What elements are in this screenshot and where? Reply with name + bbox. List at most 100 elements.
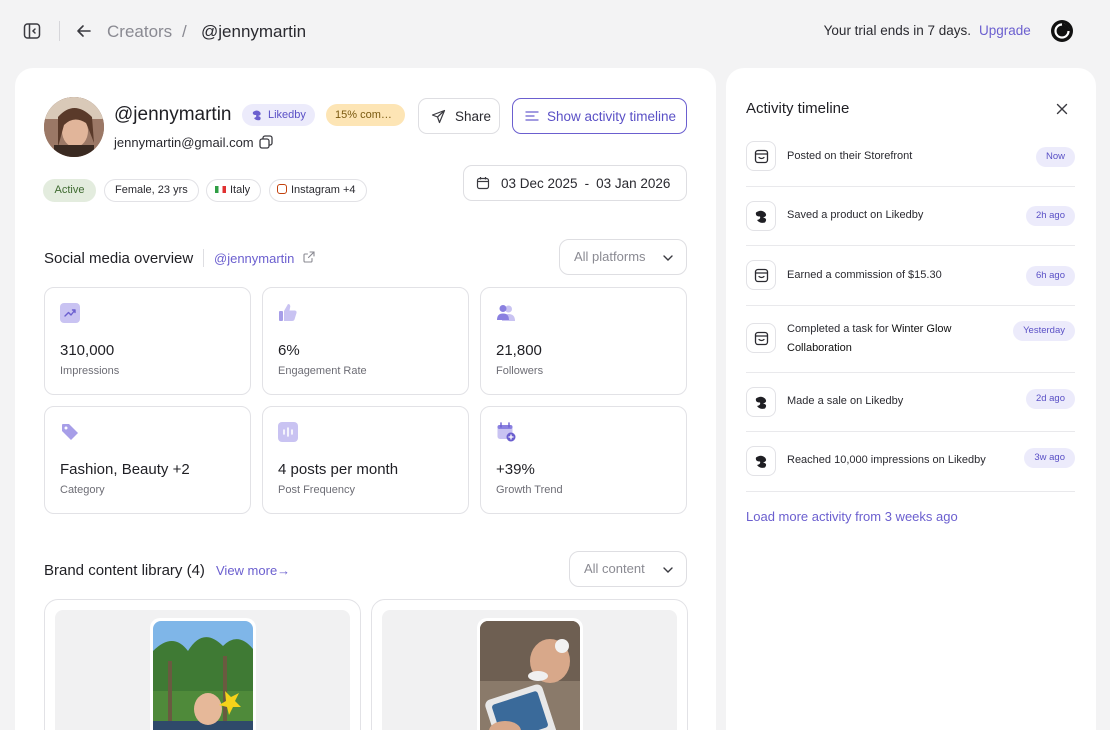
creator-profile-card: @jennymartin Likedby 15% comm... jennyma… — [15, 68, 716, 730]
social-platforms-label: Instagram +4 — [291, 184, 356, 196]
timeline-item: Completed a task for Winter Glow Collabor… — [746, 306, 1075, 373]
country-tag: Italy — [206, 179, 262, 202]
content-select[interactable]: All content — [569, 551, 687, 587]
timeline-item-text-line2: Collaboration — [787, 342, 852, 354]
platform-chip-label: Likedby — [268, 109, 306, 121]
section-divider — [203, 249, 204, 267]
stat-label: Impressions — [60, 365, 120, 377]
close-icon[interactable] — [1054, 101, 1070, 117]
trend-icon — [60, 303, 80, 323]
date-end: 03 Jan 2026 — [596, 175, 671, 191]
upgrade-link[interactable]: Upgrade — [979, 23, 1031, 38]
likedby-icon — [252, 110, 261, 121]
timeline-item-icon — [746, 387, 776, 417]
creator-handle: @jennymartin — [114, 104, 232, 125]
gender-age-tag: Female, 23 yrs — [104, 179, 199, 202]
timeline-item-text: Saved a product on Likedby — [787, 209, 924, 221]
timeline-item: Reached 10,000 impressions on Likedby 3w… — [746, 432, 1075, 492]
stat-label: Post Frequency — [278, 484, 356, 496]
platform-select[interactable]: All platforms — [559, 239, 687, 275]
tag-icon — [62, 424, 78, 440]
breadcrumb-creators[interactable]: Creators — [107, 21, 172, 43]
timeline-item-task-name[interactable]: Winter Glow — [892, 323, 952, 335]
stat-card-impressions: 310,000 Impressions — [44, 287, 251, 395]
timeline-item-text: Posted on their Storefront — [787, 150, 913, 162]
sidebar-toggle-icon[interactable] — [22, 21, 42, 41]
stat-card-growth-trend: +39% Growth Trend — [480, 406, 687, 514]
back-arrow-icon[interactable] — [74, 21, 94, 41]
stat-label: Category — [60, 484, 105, 496]
external-link-icon[interactable] — [303, 251, 315, 263]
storefront-icon — [754, 331, 769, 346]
load-more-link[interactable]: Load more activity from 3 weeks ago — [746, 509, 958, 524]
content-preview — [382, 610, 677, 730]
view-more-link[interactable]: View more→ — [216, 563, 290, 578]
timeline-item-time: Now — [1035, 147, 1075, 167]
breadcrumb-current: @jennymartin — [201, 22, 307, 41]
timeline-item-icon — [746, 323, 776, 353]
app-logo-icon[interactable] — [1050, 19, 1074, 43]
show-activity-timeline-button[interactable]: Show activity timeline — [512, 98, 687, 134]
date-start: 03 Dec 2025 — [501, 175, 578, 191]
content-preview — [55, 610, 350, 730]
likedby-icon — [755, 396, 767, 409]
creator-email: jennymartin@gmail.com — [114, 135, 254, 150]
commission-chip: 15% comm... — [326, 104, 405, 126]
timeline-item-text: Completed a task for Winter Glow Collabor… — [787, 320, 1007, 358]
stat-card-followers: 21,800 Followers — [480, 287, 687, 395]
timeline-button-label: Show activity timeline — [547, 108, 677, 124]
timeline-item-icon — [746, 446, 776, 476]
timeline-item: Made a sale on Likedby 2d ago — [746, 373, 1075, 432]
trial-notice: Your trial ends in 7 days. — [823, 23, 971, 38]
timeline-item-text: Reached 10,000 impressions on Likedby — [787, 454, 986, 466]
likedby-icon — [755, 455, 767, 468]
chevron-down-icon — [663, 255, 673, 261]
content-card[interactable] — [44, 599, 361, 730]
country-label: Italy — [230, 184, 251, 196]
date-range-picker[interactable]: 03 Dec 2025 - 03 Jan 2026 — [463, 165, 687, 201]
stat-value: 6% — [278, 342, 300, 359]
breadcrumb-separator: / — [182, 22, 187, 41]
timeline-item-time: 2h ago — [1025, 206, 1075, 226]
timeline-item: Earned a commission of $15.30 6h ago — [746, 246, 1075, 306]
status-badge: Active — [43, 179, 96, 202]
stat-card-category: Fashion, Beauty +2 Category — [44, 406, 251, 514]
stat-label: Engagement Rate — [278, 365, 367, 377]
stat-value: 4 posts per month — [278, 461, 399, 478]
content-card[interactable] — [371, 599, 688, 730]
calendar-icon — [476, 177, 490, 190]
content-select-value: All content — [584, 561, 645, 576]
timeline-item-text-prefix: Completed a task for — [787, 323, 892, 335]
timeline-item-text: Earned a commission of $15.30 — [787, 269, 942, 281]
timeline-item-time: 6h ago — [1025, 266, 1075, 286]
avatar — [44, 97, 104, 157]
timeline-item: Saved a product on Likedby 2h ago — [746, 187, 1075, 246]
storefront-icon — [754, 268, 769, 283]
list-icon — [525, 111, 539, 121]
storefront-icon — [754, 149, 769, 164]
stat-value: 21,800 — [496, 342, 542, 359]
platform-chip: Likedby — [242, 104, 315, 126]
stat-value: Fashion, Beauty +2 — [60, 461, 190, 478]
stat-card-engagement: 6% Engagement Rate — [262, 287, 469, 395]
stat-label: Growth Trend — [496, 484, 563, 496]
stat-label: Followers — [496, 365, 544, 377]
timeline-item-text: Made a sale on Likedby — [787, 395, 904, 407]
copy-icon[interactable] — [259, 135, 273, 149]
share-button[interactable]: Share — [418, 98, 500, 134]
brand-library-title: Brand content library (4) — [44, 562, 205, 579]
stat-value: +39% — [496, 461, 535, 478]
send-icon — [431, 109, 446, 123]
timeline-item-time: Yesterday — [1013, 321, 1075, 341]
users-icon — [497, 305, 515, 321]
content-thumbnail — [477, 618, 583, 730]
chevron-down-icon — [663, 567, 673, 573]
activity-timeline-panel: Activity timeline Posted on their Storef… — [726, 68, 1096, 730]
stat-card-post-frequency: 4 posts per month Post Frequency — [262, 406, 469, 514]
timeline-title: Activity timeline — [746, 100, 850, 117]
social-handle-link[interactable]: @jennymartin — [214, 251, 294, 266]
timeline-item-icon — [746, 141, 776, 171]
waveform-icon — [278, 422, 298, 442]
likedby-icon — [755, 210, 767, 223]
thumbs-up-icon — [279, 304, 297, 321]
